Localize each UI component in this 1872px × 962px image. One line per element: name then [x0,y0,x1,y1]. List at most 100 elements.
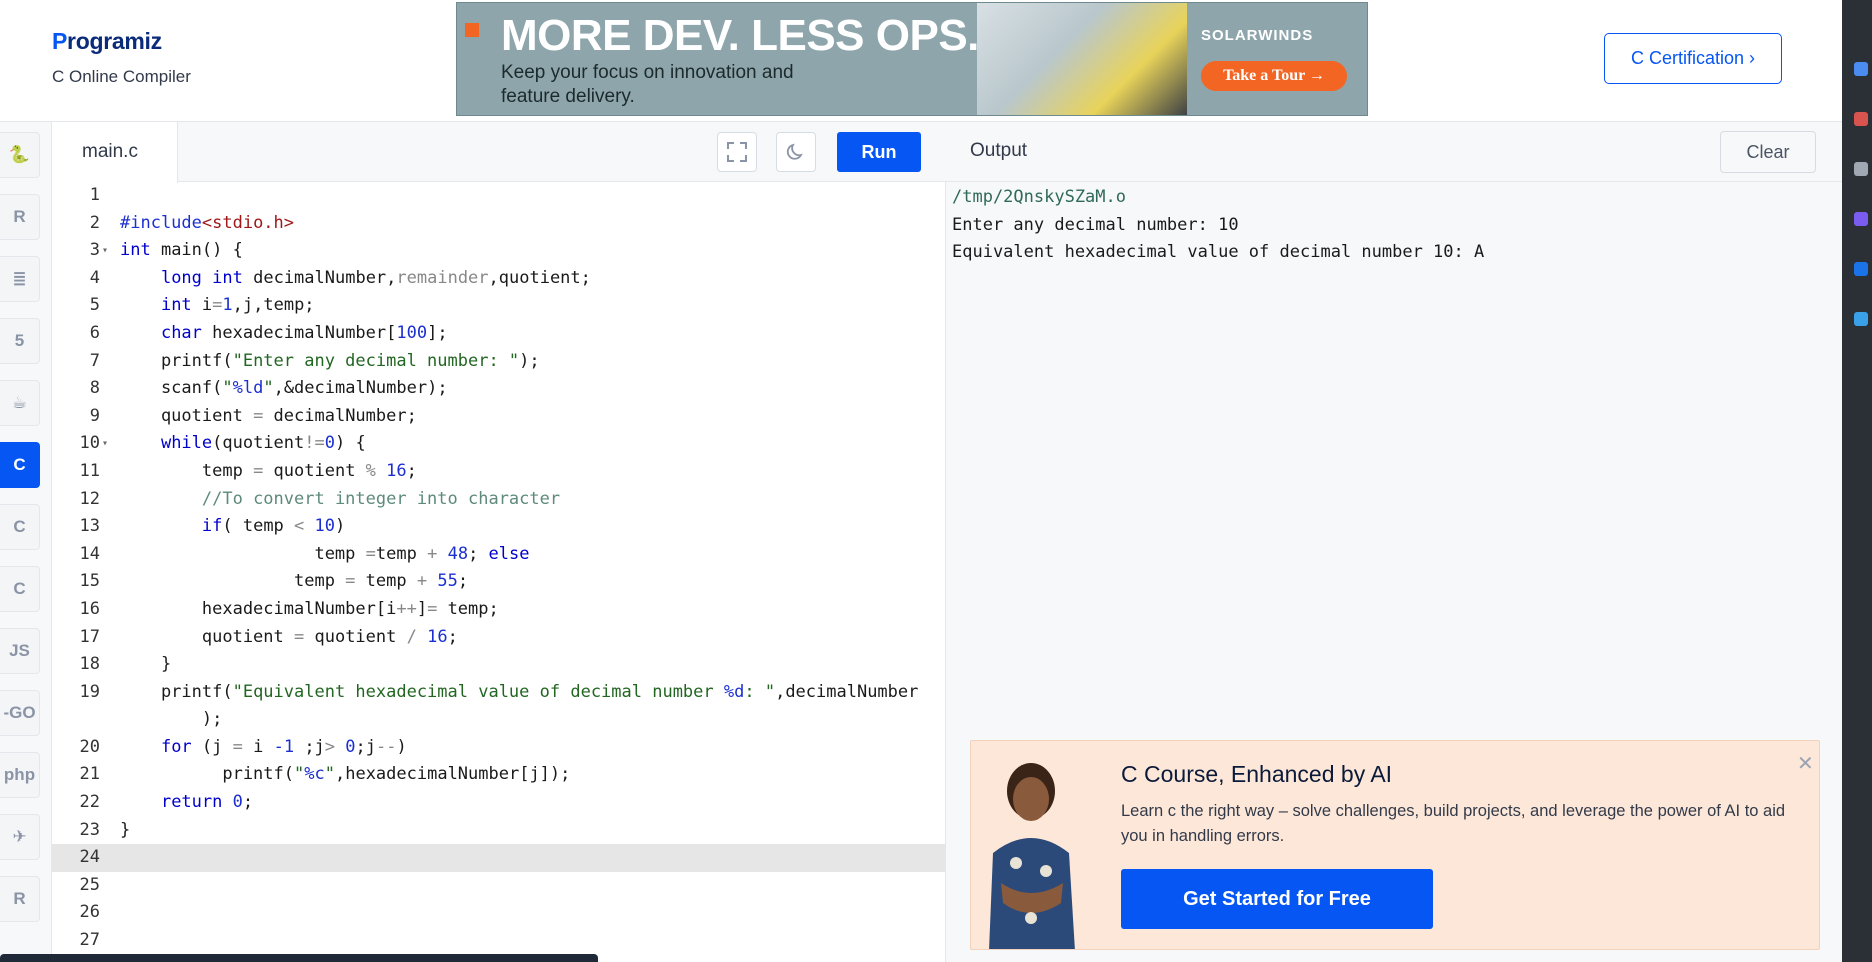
code-line[interactable]: 9 quotient = decimalNumber; [52,403,946,431]
code-line[interactable]: 20 for (j = i -1 ;j> 0;j--) [52,734,946,762]
code-line[interactable]: 16 hexadecimalNumber[i++]= temp; [52,596,946,624]
ad-accent-square [465,23,479,37]
csharp-icon[interactable]: C [0,566,40,612]
code-text: temp = quotient % 16; [120,460,417,481]
line-number: 1 [89,185,100,205]
fullscreen-icon[interactable] [717,132,757,172]
promo-body: Learn c the right way – solve challenges… [1121,802,1786,845]
strip-app-icon[interactable] [1854,62,1868,76]
code-line[interactable]: ); [52,706,946,734]
html-icon[interactable]: 5 [0,318,40,364]
code-line[interactable]: 26 [52,899,946,927]
close-icon[interactable]: ✕ [1797,751,1814,776]
code-text: printf("Enter any decimal number: "); [120,350,540,371]
code-editor: main.c Run 1 2 #include<stdio.h> 3 ▾ int main… [52,122,946,962]
logo-p: P [52,28,68,54]
page: Programiz C Online Compiler MORE DEV. LE… [0,0,1872,962]
code-line[interactable]: 12 //To convert integer into character [52,486,946,514]
promo-title: C Course, Enhanced by AI [1121,761,1393,787]
code-line[interactable]: 2 #include<stdio.h> [52,210,946,238]
output-line-1: Enter any decimal number: 10 [952,214,1239,235]
code-text: char hexadecimalNumber[100]; [160,322,448,343]
ad-tour-button[interactable]: Take a Tour → [1201,61,1347,91]
c-icon[interactable]: C [0,442,40,488]
line-number: 4 [89,267,100,288]
ad-subline: Keep your focus on innovation and featur… [501,62,794,107]
code-text: //To convert integer into character [201,488,561,509]
code-line[interactable]: 8 scanf("%ld",&decimalNumber); [52,375,946,403]
line-number: 19 [79,681,100,702]
code-line[interactable]: 15 temp = temp + 55; [52,568,946,596]
strip-app-icon[interactable] [1854,212,1868,226]
code-text: while(quotient!=0) { [160,433,366,454]
code-text: quotient = decimalNumber; [120,405,417,426]
go-icon[interactable]: -GO [0,690,40,736]
code-line[interactable]: 24 [52,844,946,872]
fold-arrow-icon[interactable]: ▾ [102,430,108,458]
strip-app-icon[interactable] [1854,112,1868,126]
r-icon[interactable]: R [0,194,40,240]
java-icon[interactable]: ☕ [0,380,40,426]
dark-mode-icon[interactable] [776,132,816,172]
line-number: 26 [79,902,100,923]
code-line[interactable]: 18 } [52,651,946,679]
code-area[interactable]: 1 2 #include<stdio.h> 3 ▾ int main() {4 long … [52,182,946,955]
clear-button[interactable]: Clear [1720,131,1816,173]
code-line[interactable]: 22 return 0; [52,789,946,817]
logo-text: rogramiz [67,28,162,54]
sql-icon[interactable]: ≣ [0,256,40,302]
code-text: } [120,654,172,675]
code-line[interactable]: 10 ▾ while(quotient!=0) { [52,430,946,458]
certification-button[interactable]: C Certification › [1604,33,1782,84]
code-line[interactable]: 27 [52,927,946,955]
php-icon[interactable]: php [0,752,40,798]
line-number: 17 [79,626,100,647]
get-started-button[interactable]: Get Started for Free [1121,869,1433,929]
code-line[interactable]: 19 printf("Equivalent hexadecimal value … [52,679,946,707]
code-line[interactable]: 5 int i=1,j,temp; [52,292,946,320]
code-line[interactable]: 13 if( temp < 10) [52,513,946,541]
status-tooltip [0,954,598,962]
run-button[interactable]: Run [837,132,921,172]
code-line[interactable]: 3 ▾ int main() { [52,237,946,265]
promo-person-image [989,763,1075,949]
code-line[interactable]: 21 printf("%c",hexadecimalNumber[j]); [52,761,946,789]
ad-headline: MORE DEV. LESS OPS. [501,11,979,60]
ad-photo [977,3,1187,115]
code-line[interactable]: 6 char hexadecimalNumber[100]; [52,320,946,348]
code-line[interactable]: 4 long int decimalNumber,remainder,quoti… [52,265,946,293]
line-number: 16 [79,598,100,619]
code-line[interactable]: 7 printf("Enter any decimal number: "); [52,348,946,376]
code-line[interactable]: 14 temp =temp + 48; else [52,541,946,569]
line-number: 7 [89,350,100,371]
ad-brand: SOLARWINDS [1201,27,1314,44]
line-number: 23 [79,819,100,840]
line-number: 6 [89,322,100,343]
line-number: 15 [79,571,100,592]
code-line[interactable]: 25 [52,872,946,900]
strip-app-icon[interactable] [1854,262,1868,276]
code-line[interactable]: 17 quotient = quotient / 16; [52,624,946,652]
code-line[interactable]: 1 [52,182,946,210]
code-text: scanf("%ld",&decimalNumber); [120,378,448,399]
programiz-logo[interactable]: Programiz [52,28,162,55]
code-line[interactable]: 23} [52,817,946,845]
line-number: 9 [89,405,100,426]
tab-main-c[interactable]: main.c [52,122,178,183]
line-number: 12 [79,488,100,509]
code-line[interactable]: 11 temp = quotient % 16; [52,458,946,486]
cpp-icon[interactable]: C [0,504,40,550]
rust-icon[interactable]: R [0,876,40,922]
strip-app-icon[interactable] [1854,162,1868,176]
python-icon[interactable]: 🐍 [0,132,40,178]
ad-banner[interactable]: MORE DEV. LESS OPS. Keep your focus on i… [456,2,1368,116]
line-number: 22 [79,792,100,813]
line-number: 10 [79,433,100,454]
line-number: 25 [79,874,100,895]
strip-app-icon[interactable] [1854,312,1868,326]
line-number: 27 [79,930,100,951]
language-sidebar: 🐍 R ≣ 5 ☕ C C C JS -GO php ✈ R [0,122,52,962]
fold-arrow-icon[interactable]: ▾ [102,237,108,265]
swift-icon[interactable]: ✈ [0,814,40,860]
js-icon[interactable]: JS [0,628,40,674]
